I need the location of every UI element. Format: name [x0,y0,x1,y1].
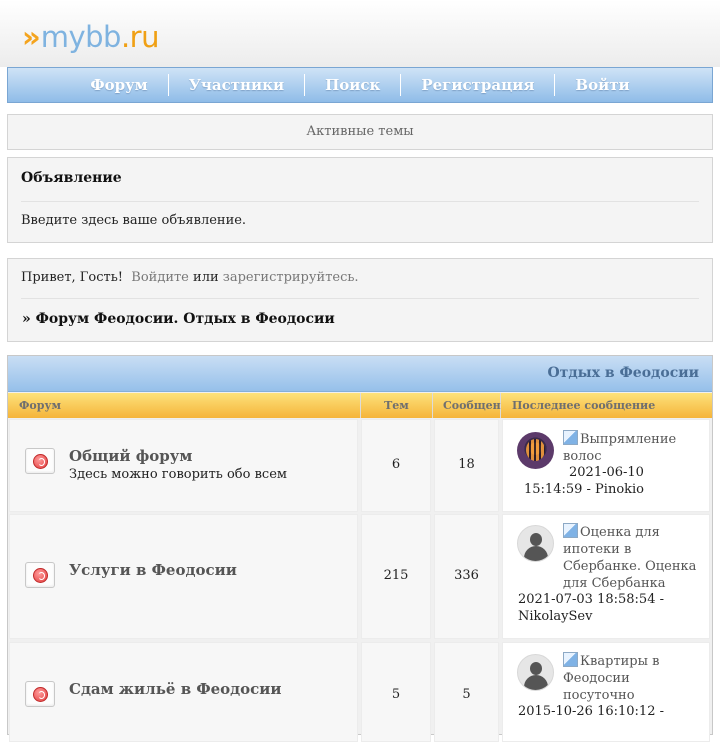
default-avatar [517,654,554,691]
divider [21,201,699,202]
nav-register[interactable]: Регистрация [400,74,554,96]
announcement-body: Введите здесь ваше объявление. [21,213,247,228]
forum-row: Сдам жильё в Феодосии 5 5 Квартиры в Фео… [8,642,712,742]
forum-row: Услуги в Феодосии 215 336 Оценка для ипо… [8,514,712,639]
logo-tld: .ru [120,20,160,54]
topics-cell: 215 [361,514,431,639]
login-link[interactable]: Войдите [131,270,189,285]
topics-count: 5 [391,687,401,702]
last-post-date: 2021-06-10 [569,465,644,480]
forum-cell: Сдам жильё в Феодосии [9,642,358,742]
logo-arrows: » [22,20,41,54]
category-title[interactable]: Отдых в Феодосии [547,365,699,381]
forum-status-icon [25,681,55,707]
main-nav: Форум Участники Поиск Регистрация Войти [7,67,713,103]
last-post-topic[interactable]: Оценка для ипотеки в Сбербанке. Оценка д… [563,523,703,592]
register-link[interactable]: зарегистрируйтесь. [223,270,359,285]
last-post-title[interactable]: Выпрямление волос [563,432,676,464]
forum-row: Общий форум Здесь можно говорить обо все… [8,419,712,512]
posts-cell: 18 [434,419,499,512]
active-topics-link[interactable]: Активные темы [7,114,713,150]
breadcrumb[interactable]: » Форум Феодосии. Отдых в Феодосии [22,311,335,327]
default-avatar [517,525,554,562]
category-table: Отдых в Феодосии Форум Тем Сообщений Пос… [7,355,713,742]
forum-status-icon [25,448,55,474]
forum-name[interactable]: Услуги в Феодосии [69,561,237,579]
category-header: Отдых в Феодосии [8,356,712,392]
forum-name[interactable]: Общий форум [69,447,192,465]
topics-count: 6 [391,457,401,472]
last-post-meta: 2015-10-26 16:10:12 - [518,703,705,720]
topics-count: 215 [383,568,409,583]
last-post-title[interactable]: Оценка для ипотеки в Сбербанке. Оценка д… [563,525,696,591]
forum-name[interactable]: Сдам жильё в Феодосии [69,680,282,698]
posts-cell: 5 [434,642,499,742]
column-posts: Сообщений [433,393,517,418]
last-post-topic[interactable]: Выпрямление волос [563,430,703,465]
divider [21,298,699,299]
last-post-date: 2021-07-03 18:58:54 - [518,592,664,607]
greeting: Привет, Гость! [21,270,124,285]
last-post-cell: Квартиры в Феодосии посуточно 2015-10-26… [502,642,710,742]
site-logo[interactable]: » mybb.ru [22,20,160,56]
welcome-panel: Привет, Гость! Войдите или зарегистрируй… [7,258,713,342]
last-post-meta: 2021-07-03 18:58:54 - NikolaySev [518,591,705,625]
column-topics: Тем [361,393,433,418]
posts-count: 18 [458,457,475,472]
forum-cell: Услуги в Феодосии [9,514,358,639]
last-post-time-user[interactable]: NikolaySev [518,609,592,624]
nav-login[interactable]: Войти [554,74,649,96]
column-forum: Форум [8,393,361,418]
new-post-icon [563,652,578,667]
last-post-time-user[interactable]: 15:14:59 - Pinokio [524,482,644,497]
new-post-icon [563,430,578,445]
topics-cell: 6 [361,419,431,512]
nav-search[interactable]: Поиск [304,74,400,96]
posts-count: 336 [454,568,479,583]
last-post-date: 2015-10-26 16:10:12 - [518,704,664,719]
posts-count: 5 [462,687,471,702]
nav-users[interactable]: Участники [167,74,304,96]
nav-forum[interactable]: Форум [70,74,167,96]
forum-description: Здесь можно говорить обо всем [69,467,287,482]
last-post-meta: 2021-06-10 15:14:59 - Pinokio [524,464,705,498]
topics-cell: 5 [361,642,431,742]
new-post-icon [563,523,578,538]
column-last-post: Последнее сообщение [501,393,712,418]
welcome-line: Привет, Гость! Войдите или зарегистрируй… [21,270,359,285]
forum-status-icon [25,562,55,588]
last-post-topic[interactable]: Квартиры в Феодосии посуточно [563,652,703,704]
announcement-title: Объявление [21,170,122,186]
last-post-cell: Выпрямление волос 2021-06-10 15:14:59 - … [502,419,710,512]
last-post-cell: Оценка для ипотеки в Сбербанке. Оценка д… [502,514,710,639]
announcement-panel: Объявление Введите здесь ваше объявление… [7,157,713,243]
logo-name: mybb [40,20,122,54]
forum-cell: Общий форум Здесь можно говорить обо все… [9,419,358,512]
or-text: или [193,270,219,285]
posts-cell: 336 [434,514,499,639]
